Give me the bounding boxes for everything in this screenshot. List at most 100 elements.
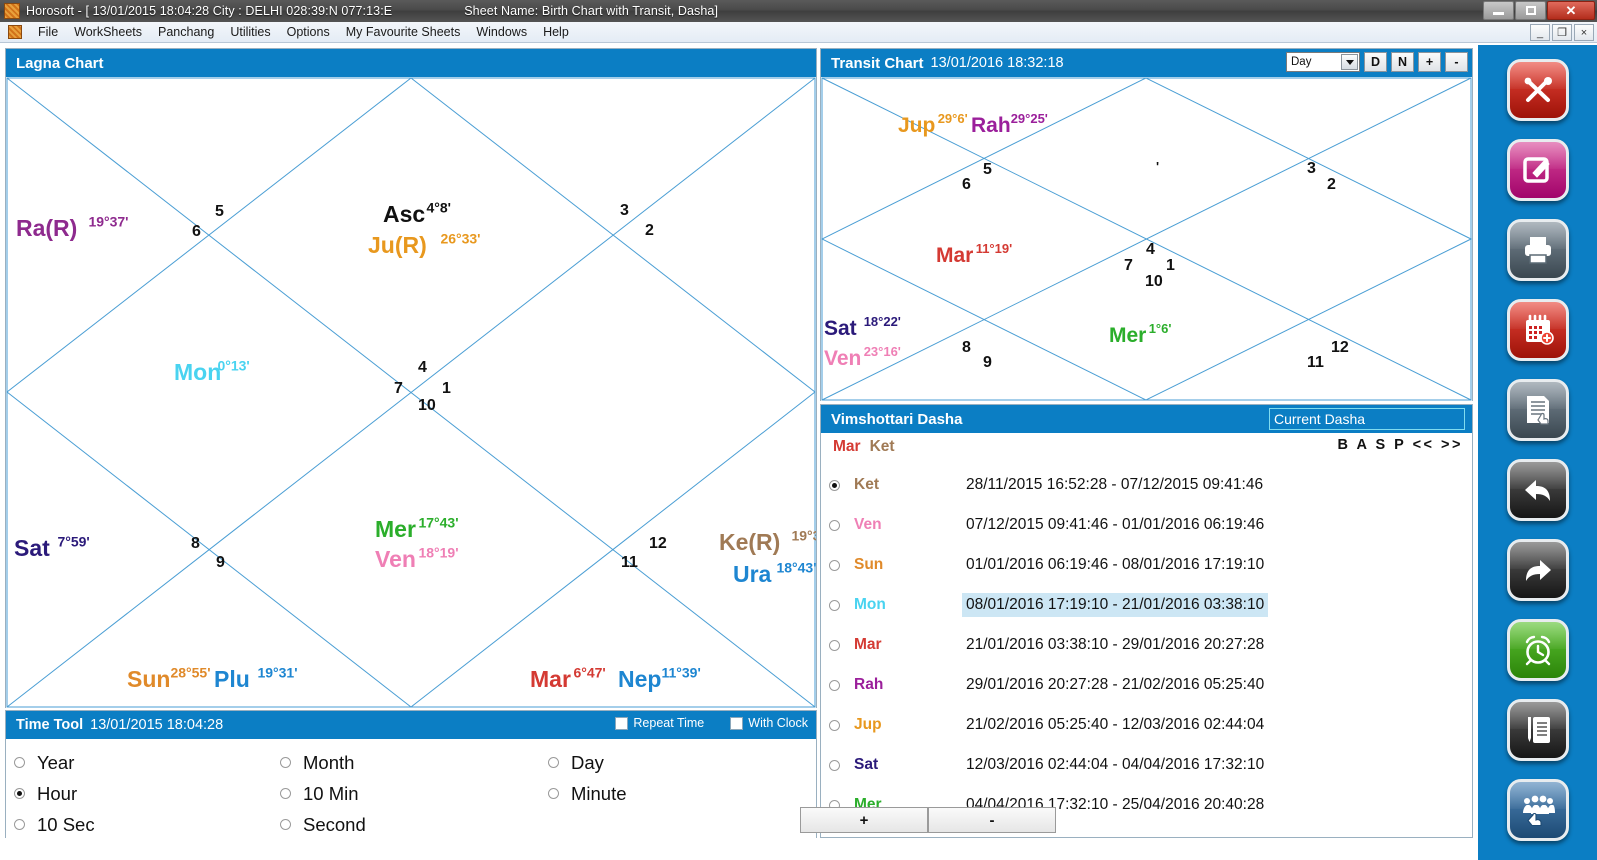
- checkbox-icon: [730, 717, 743, 730]
- time-unit-radio[interactable]: [14, 819, 25, 830]
- house-number: 4: [418, 359, 427, 376]
- time-unit-radio[interactable]: [280, 788, 291, 799]
- time-unit-radio[interactable]: [14, 757, 25, 768]
- dasha-row[interactable]: Sun01/01/2016 06:19:46 - 08/01/2016 17:1…: [821, 545, 1472, 585]
- notebook-button[interactable]: [1507, 699, 1569, 761]
- time-decrement-button[interactable]: -: [928, 807, 1056, 833]
- increase-button[interactable]: +: [1418, 52, 1441, 72]
- dasha-row-radio[interactable]: [829, 480, 840, 491]
- time-unit-option[interactable]: Minute: [548, 778, 810, 809]
- tools-button[interactable]: [1507, 59, 1569, 121]
- night-button[interactable]: N: [1391, 52, 1414, 72]
- time-unit-option[interactable]: Month: [280, 747, 542, 778]
- planet-label: Ura18°43': [733, 559, 816, 587]
- menu-item-windows[interactable]: Windows: [468, 23, 535, 41]
- current-dasha-field[interactable]: Current Dasha: [1269, 408, 1465, 430]
- time-unit-option[interactable]: Second: [280, 809, 542, 840]
- time-unit-label: Second: [303, 814, 366, 836]
- time-unit-radio[interactable]: [280, 819, 291, 830]
- decrease-button[interactable]: -: [1445, 52, 1468, 72]
- transit-tick-mark: ': [1156, 159, 1159, 174]
- dasha-row-radio[interactable]: [829, 680, 840, 691]
- window-minimize-button[interactable]: [1483, 1, 1514, 20]
- with-clock-checkbox[interactable]: With Clock: [730, 716, 808, 730]
- planet-name: Sun: [127, 666, 170, 692]
- menu-item-file[interactable]: File: [30, 23, 66, 41]
- dasha-nav-controls[interactable]: B A S P << >>: [1338, 437, 1463, 453]
- menu-item-help[interactable]: Help: [535, 23, 577, 41]
- time-unit-radio[interactable]: [280, 757, 291, 768]
- planet-label: Jup29°6': [898, 111, 968, 137]
- house-number: 7: [394, 380, 403, 397]
- time-increment-button[interactable]: +: [800, 807, 928, 833]
- dasha-row-radio[interactable]: [829, 640, 840, 651]
- dasha-row-radio[interactable]: [829, 520, 840, 531]
- alarm-button[interactable]: [1507, 619, 1569, 681]
- dasha-row[interactable]: Mon08/01/2016 17:19:10 - 21/01/2016 03:3…: [821, 585, 1472, 625]
- planet-degree: 18°19': [418, 544, 458, 560]
- time-unit-option[interactable]: Hour: [14, 778, 274, 809]
- menu-item-worksheets[interactable]: WorkSheets: [66, 23, 150, 41]
- planet-name: Nep: [618, 666, 661, 692]
- back-button[interactable]: [1507, 459, 1569, 521]
- print-button[interactable]: [1507, 219, 1569, 281]
- dasha-row[interactable]: Jup21/02/2016 05:25:40 - 12/03/2016 02:4…: [821, 705, 1472, 745]
- clients-button[interactable]: [1507, 779, 1569, 841]
- dasha-row-lord: Mar: [854, 636, 962, 654]
- menu-app-icon[interactable]: [8, 25, 22, 39]
- time-tool-datetime: 13/01/2015 18:04:28: [90, 717, 223, 733]
- time-unit-label: Month: [303, 752, 354, 774]
- dasha-row[interactable]: Sat12/03/2016 02:44:04 - 04/04/2016 17:3…: [821, 745, 1472, 785]
- house-number: 11: [621, 554, 638, 571]
- time-unit-option[interactable]: 10 Min: [280, 778, 542, 809]
- time-unit-label: Day: [571, 752, 604, 774]
- dasha-row-radio[interactable]: [829, 600, 840, 611]
- sheet-name-title: Sheet Name: Birth Chart with Transit, Da…: [464, 4, 718, 18]
- dasha-row-radio[interactable]: [829, 720, 840, 731]
- planet-name: Sat: [14, 535, 50, 561]
- time-unit-option[interactable]: Day: [548, 747, 810, 778]
- menu-item-options[interactable]: Options: [279, 23, 338, 41]
- calendar-button[interactable]: [1507, 299, 1569, 361]
- lagna-chart-area[interactable]: 563247110891211 Ra(R)19°37'Asc4°8'Ju(R)2…: [6, 77, 816, 708]
- mdi-restore-button[interactable]: ❐: [1552, 24, 1572, 41]
- time-tool-title: Time Tool: [16, 717, 83, 733]
- dasha-row[interactable]: Rah29/01/2016 20:27:28 - 21/02/2016 05:2…: [821, 665, 1472, 705]
- menu-item-panchang[interactable]: Panchang: [150, 23, 222, 41]
- window-maximize-button[interactable]: [1515, 1, 1546, 20]
- dasha-row[interactable]: Mar21/01/2016 03:38:10 - 29/01/2016 20:2…: [821, 625, 1472, 665]
- window-controls: ✕: [1482, 1, 1595, 20]
- dasha-row-radio[interactable]: [829, 560, 840, 571]
- document-button[interactable]: [1507, 379, 1569, 441]
- day-button[interactable]: D: [1364, 52, 1387, 72]
- mdi-minimize-button[interactable]: _: [1530, 24, 1550, 41]
- notebook-pen-icon: [1521, 713, 1555, 747]
- dasha-lord-maha[interactable]: Mar: [833, 438, 861, 456]
- dasha-row-period: 21/02/2016 05:25:40 - 12/03/2016 02:44:0…: [962, 713, 1268, 737]
- planet-degree: 4°8': [426, 199, 451, 215]
- time-unit-radio[interactable]: [548, 757, 559, 768]
- planet-label: Asc4°8': [383, 199, 451, 227]
- edit-button[interactable]: [1507, 139, 1569, 201]
- forward-button[interactable]: [1507, 539, 1569, 601]
- time-unit-column-2: Month 10 Min Second: [274, 739, 542, 838]
- time-unit-option[interactable]: 10 Sec: [14, 809, 274, 840]
- dasha-row[interactable]: Ket28/11/2015 16:52:28 - 07/12/2015 09:4…: [821, 465, 1472, 505]
- dasha-row[interactable]: Ven07/12/2015 09:41:46 - 01/01/2016 06:1…: [821, 505, 1472, 545]
- dasha-row-radio[interactable]: [829, 760, 840, 771]
- time-unit-radio[interactable]: [14, 788, 25, 799]
- time-unit-radio[interactable]: [548, 788, 559, 799]
- menu-item-utilities[interactable]: Utilities: [222, 23, 278, 41]
- mdi-close-button[interactable]: ×: [1574, 24, 1594, 41]
- transit-chart-area[interactable]: ' 563247110891211 Jup29°6'Rah29°25'Mar11…: [821, 77, 1472, 401]
- window-close-button[interactable]: ✕: [1547, 1, 1595, 20]
- repeat-time-checkbox[interactable]: Repeat Time: [615, 716, 704, 730]
- period-select[interactable]: Day: [1286, 52, 1360, 72]
- dasha-lord-antar[interactable]: Ket: [870, 438, 895, 456]
- planet-label: Ra(R)19°37': [16, 213, 129, 241]
- house-number: 7: [1124, 257, 1133, 274]
- time-unit-option[interactable]: Year: [14, 747, 274, 778]
- menu-item-my-favourite-sheets[interactable]: My Favourite Sheets: [338, 23, 469, 41]
- planet-degree: 18°22': [864, 314, 901, 329]
- chevron-down-icon[interactable]: [1341, 54, 1358, 70]
